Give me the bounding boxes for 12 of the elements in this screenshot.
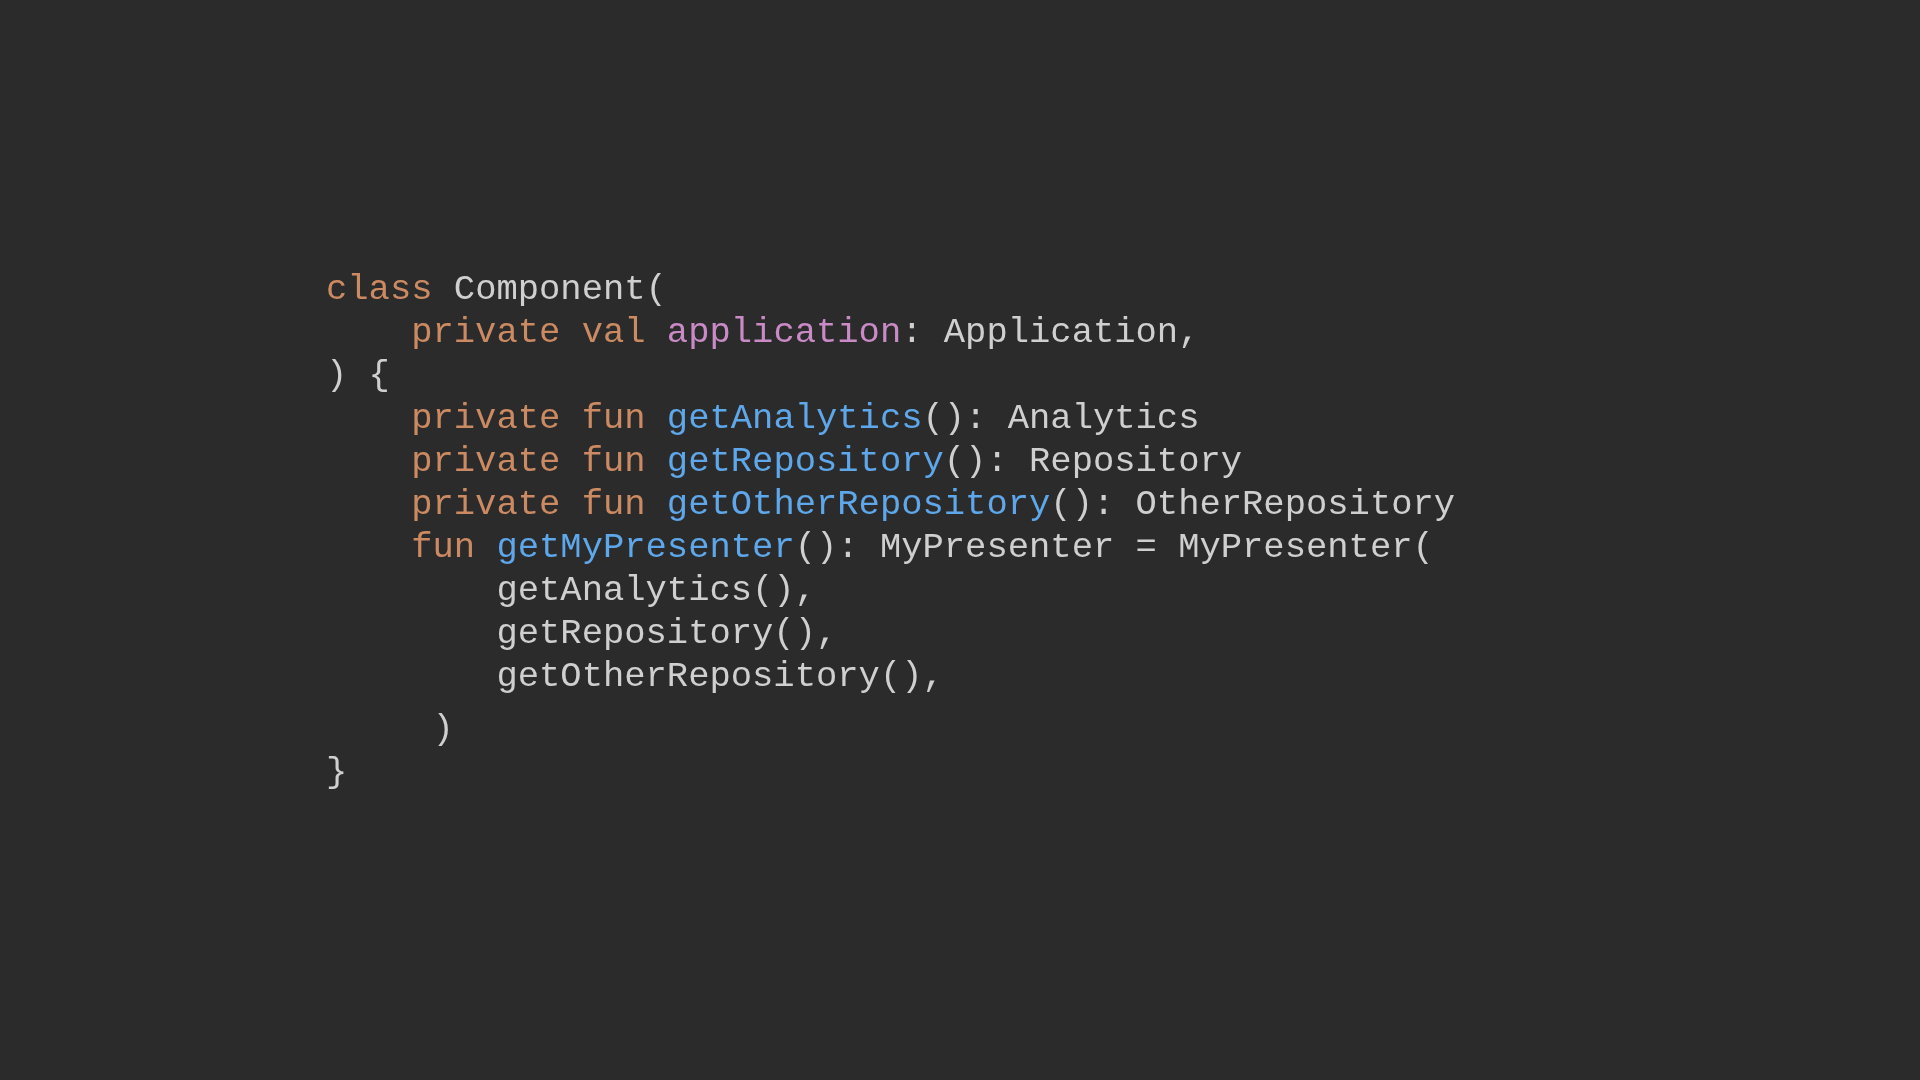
code-line: private val application: Application,	[410, 311, 1200, 354]
code-line: getRepository(),	[495, 612, 838, 655]
code-line: ) {	[326, 354, 390, 397]
code-line: }	[326, 751, 348, 794]
code-line: )	[431, 708, 454, 751]
code-line: class Component(	[326, 268, 667, 311]
code-line: fun getMyPresenter(): MyPresenter = MyPresenter(	[410, 526, 1434, 569]
code-line: getOtherRepository(),	[495, 655, 944, 698]
code-line: private fun getRepository(): Repository	[410, 440, 1243, 483]
code-line: private fun getOtherRepository(): OtherRepository	[410, 483, 1456, 526]
code-line: getAnalytics(),	[495, 569, 816, 612]
code-line: private fun getAnalytics(): Analytics	[410, 397, 1200, 440]
